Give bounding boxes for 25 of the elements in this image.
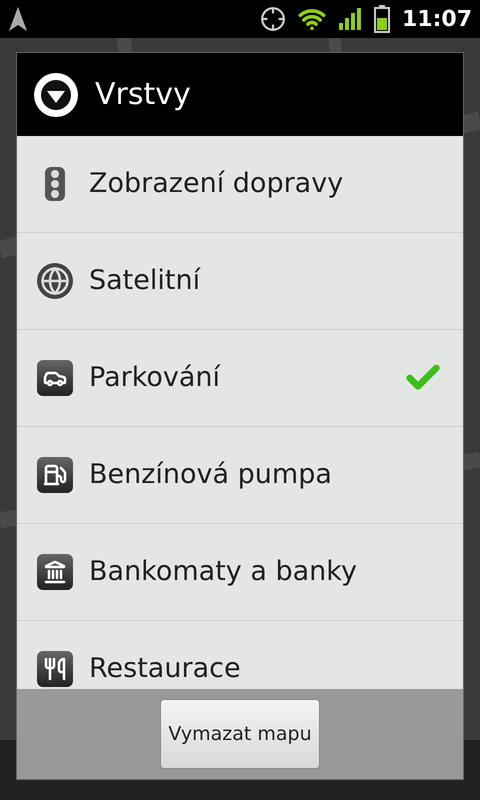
layer-item[interactable]: Satelitní [17, 233, 463, 330]
dropdown-circle-icon [33, 72, 79, 118]
layer-label: Bankomaty a banky [89, 554, 358, 589]
bank-icon [37, 554, 73, 590]
clock-time: 11:07 [402, 6, 472, 34]
layer-item[interactable]: Benzínová pumpa [17, 427, 463, 524]
dialog-title: Vrstvy [95, 76, 191, 114]
signal-icon [338, 7, 362, 31]
layer-label: Restaurace [89, 652, 242, 686]
traffic-light-icon [44, 166, 66, 202]
battery-icon [374, 5, 390, 33]
gps-icon [260, 6, 286, 32]
fork-knife-icon [37, 651, 73, 687]
layer-item[interactable]: Zobrazení dopravy [17, 136, 463, 233]
layer-item[interactable]: Bankomaty a banky [17, 524, 463, 621]
layer-label: Parkování [89, 360, 222, 395]
fuel-pump-icon [37, 457, 73, 493]
layer-label: Zobrazení dopravy [89, 166, 344, 201]
globe-icon [37, 263, 73, 299]
car-icon [37, 360, 73, 396]
layer-item[interactable]: Parkování [17, 330, 463, 427]
clear-map-button[interactable]: Vymazat mapu [160, 699, 320, 769]
layer-label: Satelitní [89, 264, 202, 298]
layer-label: Benzínová pumpa [89, 458, 333, 492]
navigation-arrow-icon [8, 6, 28, 32]
